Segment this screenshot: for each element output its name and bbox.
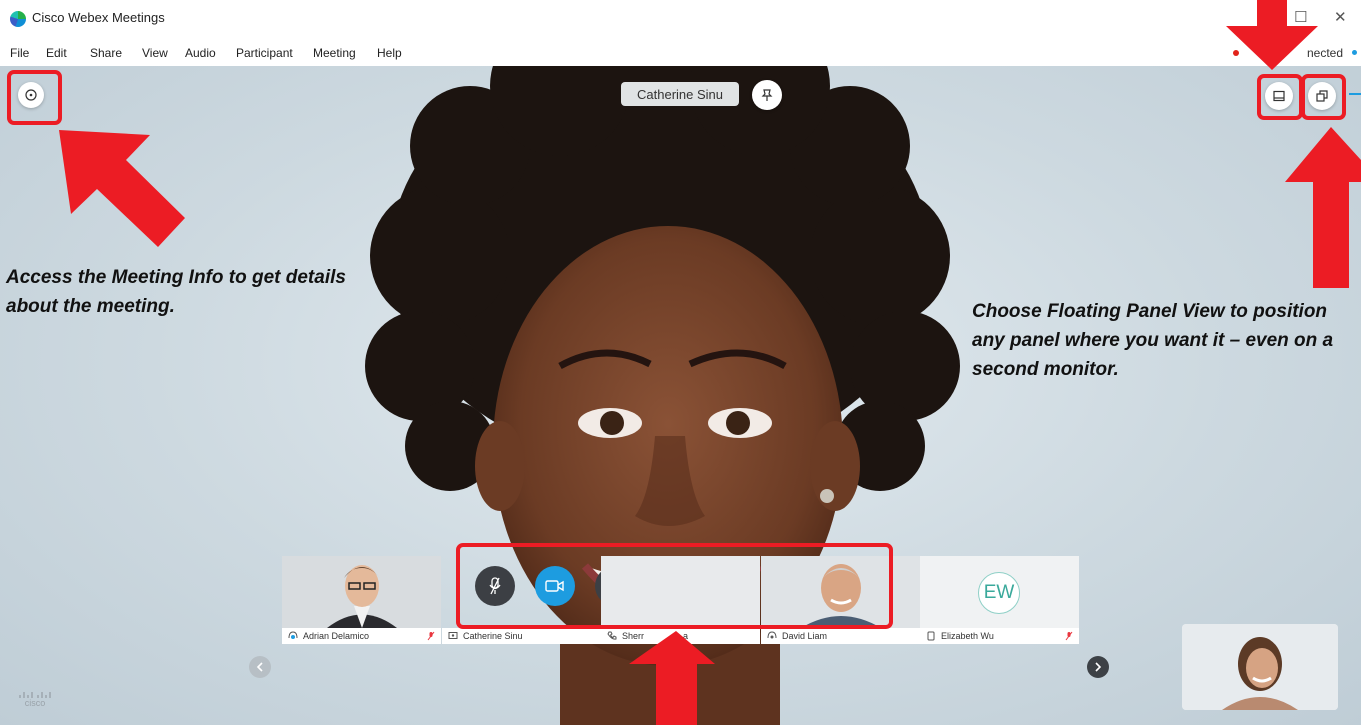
callout-meeting-info: Access the Meeting Info to get details a… bbox=[6, 267, 346, 317]
arrow-up-to-controls-icon bbox=[629, 631, 715, 725]
arrow-down-to-layout-icon bbox=[1226, 0, 1318, 70]
arrow-to-meeting-info-icon bbox=[59, 130, 185, 247]
arrow-up-to-floating-panel-icon bbox=[1285, 127, 1361, 288]
callout-floating-panel: Choose Floating Panel View to position a… bbox=[972, 301, 1334, 380]
